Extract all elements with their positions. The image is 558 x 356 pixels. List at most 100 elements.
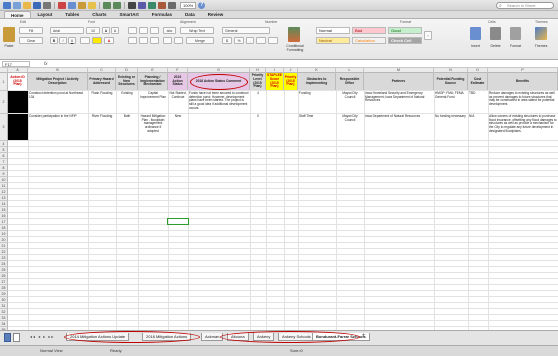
conditional-formatting-icon[interactable] <box>288 27 300 42</box>
paste-icon[interactable] <box>78 1 86 9</box>
name-box[interactable]: F17 <box>2 61 30 67</box>
cell-l2[interactable]: Mayor/City Council <box>336 91 364 100</box>
cell-l3[interactable]: Mayor/City Council <box>336 114 364 123</box>
worksheet-grid[interactable]: A B C D E F G H I J K L M N O P Action I… <box>0 68 558 330</box>
number-format-select[interactable]: General <box>222 27 270 34</box>
fill-color-button[interactable] <box>92 37 102 44</box>
cell-p2[interactable]: Reduce damages to existing structures as… <box>488 91 558 114</box>
tab-layout[interactable]: Layout <box>32 11 59 18</box>
fill-button[interactable]: Fill <box>19 27 43 34</box>
cell-c2[interactable]: Flash Flooding <box>88 91 116 97</box>
align-bottom-button[interactable] <box>150 27 159 34</box>
shrink-font-button[interactable]: A <box>111 27 119 34</box>
paste-big-icon[interactable] <box>3 27 15 42</box>
tab-data[interactable]: Data <box>179 11 201 18</box>
active-cell[interactable] <box>167 218 189 225</box>
page-layout-view-icon[interactable] <box>13 333 20 342</box>
redo-icon[interactable] <box>113 1 121 9</box>
header-primary-hazard[interactable]: Primary Hazard Addressed <box>88 73 116 91</box>
help-icon[interactable]: ? <box>198 1 206 9</box>
header-obstacles[interactable]: Obstacles to Implementing <box>298 73 336 91</box>
cell-g2[interactable]: Funds have not been secured to construct… <box>188 91 250 114</box>
row-header[interactable]: 3 <box>0 114 8 141</box>
add-sheet-icon[interactable]: + <box>362 333 366 339</box>
cell-b2[interactable]: Construct detention pond at Northeast 13… <box>28 91 88 100</box>
themes-label[interactable]: Themes <box>530 44 552 48</box>
cell-m3[interactable]: Iowa Department of Natural Resources <box>364 114 434 120</box>
cell-b3[interactable]: Consider participation in the NFIP <box>28 114 88 120</box>
tab-tables[interactable]: Tables <box>59 11 85 18</box>
comma-button[interactable]: , <box>246 37 254 44</box>
header-existing-new[interactable]: Existing or New Structures <box>116 73 138 91</box>
cell-k3[interactable]: Staff Time <box>298 114 336 120</box>
toolbox-icon[interactable] <box>168 1 176 9</box>
cell-f3[interactable]: New <box>168 114 188 120</box>
insert-icon[interactable] <box>470 27 481 40</box>
italic-button[interactable]: I <box>59 37 67 44</box>
font-name-select[interactable]: Arial <box>50 27 84 34</box>
increase-decimal-button[interactable] <box>256 37 266 44</box>
borders-button[interactable] <box>80 37 90 44</box>
cell-g3[interactable] <box>188 114 250 116</box>
format-cells-icon[interactable] <box>510 27 521 40</box>
delete-label[interactable]: Delete <box>486 44 505 48</box>
decrease-indent-button[interactable] <box>163 37 172 44</box>
align-top-button[interactable] <box>128 27 137 34</box>
conditional-formatting-label[interactable]: Conditional Formatting <box>280 44 310 52</box>
style-normal[interactable]: Normal <box>316 27 350 34</box>
search-sheet-input[interactable]: ⌕ Search in Sheet <box>496 2 554 9</box>
header-cost[interactable]: Cost Estimate <box>468 73 488 91</box>
cell-f2[interactable]: Not Started, Continue <box>168 91 188 100</box>
header-description[interactable]: Mitigation Project / Activity Descriptio… <box>28 73 88 91</box>
cell-e3[interactable]: Hazard Mitigation Plan - floodplain mana… <box>138 114 168 135</box>
grow-font-button[interactable]: A <box>102 27 110 34</box>
gallery-icon[interactable] <box>158 1 166 9</box>
tab-formulas[interactable]: Formulas <box>146 11 178 18</box>
merge-button[interactable]: Merge <box>186 37 214 44</box>
save-icon[interactable] <box>33 1 41 9</box>
align-middle-button[interactable] <box>139 27 148 34</box>
style-bad[interactable]: Bad <box>352 27 386 34</box>
header-priority-level[interactable]: Priority Level (2015 Plan) <box>250 73 266 91</box>
cell-n2[interactable]: HMGP; FMA; FEMA General Fund <box>434 91 468 100</box>
autosum-icon[interactable] <box>128 1 136 9</box>
header-partners[interactable]: Partners <box>364 73 434 91</box>
underline-button[interactable]: U <box>68 37 76 44</box>
cell-p3[interactable]: Allow owners of existing structures to p… <box>488 114 558 141</box>
sort-icon[interactable] <box>138 1 146 9</box>
currency-button[interactable]: $ <box>222 37 232 44</box>
row-header[interactable]: 2 <box>0 91 8 114</box>
templates-icon[interactable] <box>13 1 21 9</box>
header-funding[interactable]: Potential Funding Source <box>434 73 468 91</box>
new-workbook-icon[interactable] <box>3 1 11 9</box>
font-color-button[interactable]: A <box>104 37 114 44</box>
sheet-nav-arrows[interactable]: ◂◂ ◂ ▸ ▸▸ <box>30 334 54 339</box>
increase-indent-button[interactable] <box>174 37 183 44</box>
header-mechanism[interactable]: Planning / Implementation Mechanism <box>138 73 168 91</box>
percent-button[interactable]: % <box>234 37 244 44</box>
cell-h2[interactable]: 4 <box>250 91 266 97</box>
cell-c3[interactable]: River Flooding <box>88 114 116 120</box>
tab-home[interactable]: Home <box>4 11 31 18</box>
decrease-decimal-button[interactable] <box>268 37 278 44</box>
cell-o3[interactable]: N/A <box>468 114 488 120</box>
header-priority[interactable]: Priority (2015 Plan) <box>284 73 298 91</box>
filter-icon[interactable] <box>148 1 156 9</box>
cell-d2[interactable]: Existing <box>116 91 138 97</box>
bold-button[interactable]: B <box>50 37 58 44</box>
align-left-button[interactable] <box>128 37 137 44</box>
insert-label[interactable]: Insert <box>466 44 485 48</box>
cell-h3[interactable]: 0 <box>250 114 266 120</box>
align-right-button[interactable] <box>150 37 159 44</box>
cell-n3[interactable]: No funding necessary <box>434 114 468 120</box>
cut-icon[interactable] <box>58 1 66 9</box>
copy-icon[interactable] <box>68 1 76 9</box>
cell-m2[interactable]: Iowa Homeland Security and Emergency Man… <box>364 91 434 104</box>
tab-charts[interactable]: Charts <box>86 11 112 18</box>
header-action-id[interactable]: Action ID (2015 Plan) <box>8 73 28 91</box>
cell-e2[interactable]: Capital Improvement Plan <box>138 91 168 100</box>
paste-label[interactable]: Paste <box>2 44 16 48</box>
format-label[interactable]: Format <box>506 44 525 48</box>
function-icon[interactable]: fx <box>44 61 48 66</box>
cell-d3[interactable]: Both <box>116 114 138 120</box>
